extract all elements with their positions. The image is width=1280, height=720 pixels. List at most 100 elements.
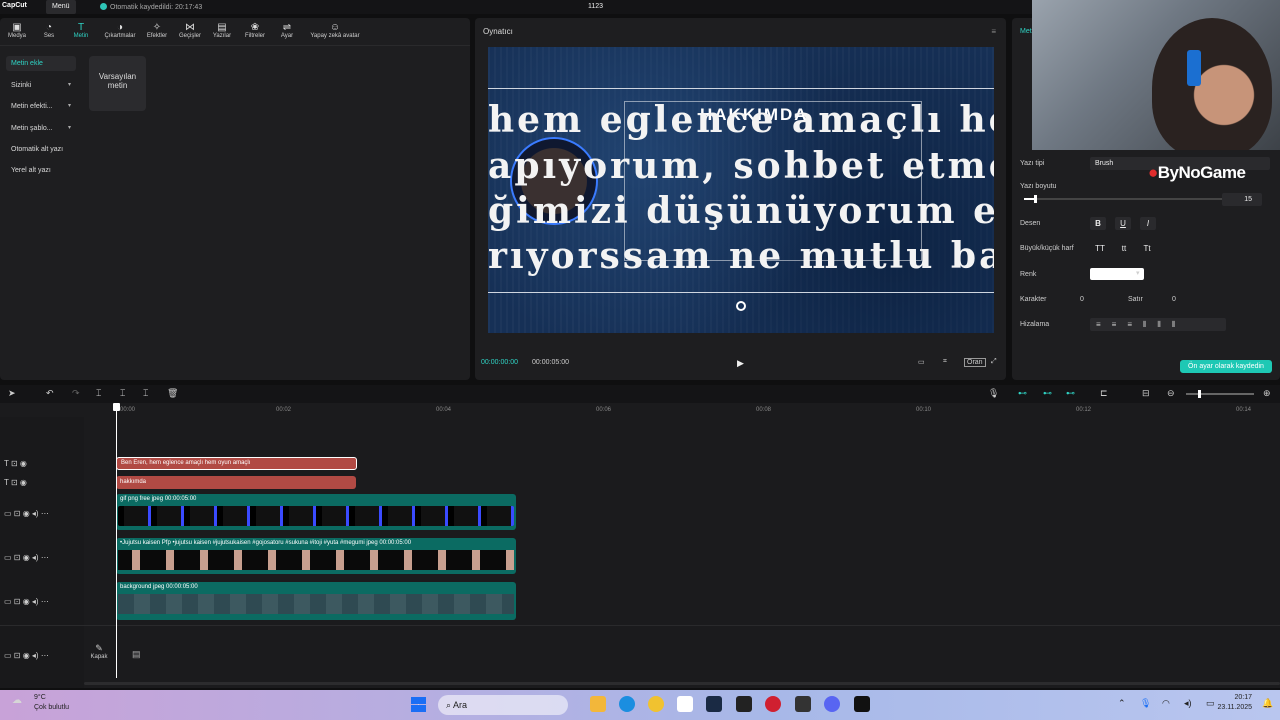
default-text-card[interactable]: Varsayılan metin — [89, 56, 146, 111]
zoom-in-icon[interactable]: ⊕ — [1263, 388, 1271, 399]
ratio-button[interactable]: Oran — [964, 358, 986, 367]
volume-icon[interactable]: ◂) — [1184, 698, 1192, 709]
sidebar-item-yours[interactable]: Sizinki ▾ — [6, 78, 76, 93]
video-clip[interactable]: gif png free jpeg 00:00:05:00 — [116, 494, 516, 530]
video-clip[interactable]: •Jujutsu kaisen Pfp •jujutsu kaisen #juj… — [116, 538, 516, 574]
tab-filters[interactable]: ❀ Filtreler — [240, 22, 270, 39]
settings-icon[interactable] — [795, 696, 811, 712]
caption-line-2: apıyorum, sohbet etmeyi g — [488, 145, 994, 187]
sidebar-item-auto-captions[interactable]: Otomatik alt yazı — [6, 142, 76, 157]
microphone-icon[interactable]: 🎙 — [988, 388, 999, 399]
track-controls-gif[interactable]: ▭ ⊡ ◉ ◂) ⋯ — [4, 509, 84, 523]
uppercase-button[interactable]: TT — [1092, 242, 1108, 255]
search-box[interactable]: ⌕ Ara — [438, 695, 568, 715]
guide-line — [488, 292, 994, 293]
clock-time[interactable]: 20:17 — [1226, 694, 1252, 701]
tab-stickers[interactable]: ◑ Çıkartmalar — [100, 22, 140, 39]
tab-captions[interactable]: ▤ Yazılar — [209, 22, 235, 39]
clip-label: gif png free jpeg 00:00:05:00 — [120, 496, 197, 502]
titlecase-button[interactable]: Tt — [1139, 242, 1155, 255]
file-explorer-icon[interactable] — [590, 696, 606, 712]
delete-icon[interactable]: 🗑 — [167, 388, 178, 399]
split-icon[interactable]: ⌶ — [96, 388, 101, 399]
play-button[interactable]: ▶ — [737, 358, 744, 369]
sidebar-item-text-templates[interactable]: Metin şablo... ▾ — [6, 121, 76, 136]
tab-ai-avatar[interactable]: ☺ Yapay zekâ avatar — [304, 22, 366, 39]
preview-axis-icon[interactable]: ⊷ — [1066, 388, 1075, 399]
tray-chevron-icon[interactable]: ⌃ — [1118, 698, 1126, 709]
track-controls-jjk[interactable]: ▭ ⊡ ◉ ◂) ⋯ — [4, 553, 84, 567]
discord-icon[interactable] — [824, 696, 840, 712]
tab-audio[interactable]: ◔ Ses — [38, 22, 60, 39]
lowercase-button[interactable]: tt — [1116, 242, 1132, 255]
track-controls-text1[interactable]: T ⊡ ◉ — [4, 459, 84, 473]
store-icon[interactable] — [677, 696, 693, 712]
fit-icon[interactable]: ⊟ — [1142, 388, 1150, 399]
trim-left-icon[interactable]: ⌶ — [120, 388, 125, 399]
char-spacing-value[interactable]: 0 — [1080, 296, 1084, 303]
weather-temp[interactable]: 9°C — [34, 694, 46, 701]
edge-icon[interactable] — [619, 696, 635, 712]
capcut-icon[interactable] — [854, 696, 870, 712]
text-clip[interactable]: Ben Eren, hem eglence amaçlı hem oyun am… — [116, 457, 357, 470]
snap-icon[interactable]: ⊷ — [1043, 388, 1052, 399]
video-canvas[interactable]: HAKKIMDA hem eglence amaçlı hem o apıyor… — [488, 47, 994, 333]
epic-games-icon[interactable] — [736, 696, 752, 712]
save-default-button[interactable]: Ön ayar olarak kaydedin — [1180, 360, 1272, 373]
tab-effects[interactable]: ✧ Efektler — [143, 22, 171, 39]
crop-icon[interactable]: ⌗ — [943, 358, 947, 366]
sidebar-label: Sizinki — [11, 82, 32, 89]
track-controls-bg[interactable]: ▭ ⊡ ◉ ◂) ⋯ — [4, 597, 84, 611]
zoom-slider[interactable] — [1186, 390, 1254, 398]
steam-icon[interactable] — [706, 696, 722, 712]
select-icon[interactable]: ➤ — [8, 388, 16, 399]
size-slider[interactable] — [1024, 195, 1224, 203]
sidebar-item-add-text[interactable]: Metin ekle — [6, 56, 76, 71]
track-controls-text2[interactable]: T ⊡ ◉ — [4, 478, 84, 492]
link-icon[interactable]: ⊷ — [1018, 388, 1027, 399]
notification-icon[interactable]: 🔔 — [1262, 698, 1273, 709]
chevron-down-icon[interactable]: ▾ — [1136, 269, 1140, 277]
italic-button[interactable]: I — [1140, 217, 1156, 230]
chrome-icon[interactable] — [648, 696, 664, 712]
underline-button[interactable]: U — [1115, 217, 1131, 230]
time-ruler[interactable]: 00:00 00:02 00:04 00:06 00:08 00:10 00:1… — [116, 403, 1280, 417]
rotate-handle-icon[interactable] — [736, 301, 746, 311]
clock-date[interactable]: 23.11.2025 — [1214, 704, 1252, 711]
undo-icon[interactable]: ↶ — [46, 388, 54, 399]
track-controls-main[interactable]: ▭ ⊡ ◉ ◂) ⋯ — [4, 651, 84, 665]
weather-desc[interactable]: Çok bulutlu — [34, 704, 69, 711]
sidebar-item-text-effects[interactable]: Metin efekti... ▾ — [6, 99, 76, 114]
caption-icon[interactable]: ⊏ — [1100, 388, 1108, 399]
alignment-buttons[interactable]: ≡≡≡⫴⫴⫴ — [1090, 318, 1226, 331]
text-clip[interactable]: hakkımda — [116, 476, 356, 489]
line-spacing-value[interactable]: 0 — [1172, 296, 1176, 303]
tab-media[interactable]: ▣ Medya — [6, 22, 28, 39]
tab-adjust[interactable]: ⇌ Ayar — [276, 22, 298, 39]
size-input[interactable]: 15 — [1222, 193, 1262, 206]
playhead[interactable] — [113, 403, 120, 678]
wifi-icon[interactable]: ◠ — [1162, 698, 1170, 709]
redo-icon[interactable]: ↷ — [72, 388, 80, 399]
tab-text[interactable]: T Metin — [70, 22, 92, 39]
media-placeholder-icon[interactable]: ▤ — [132, 649, 141, 660]
font-label: Yazı tipi — [1020, 160, 1045, 167]
fullscreen-preview-icon[interactable]: ▭ — [918, 358, 925, 366]
menu-button[interactable]: Menü — [46, 0, 76, 14]
video-clip[interactable]: background jpeg 00:00:05:00 — [116, 582, 516, 620]
sidebar-item-local-captions[interactable]: Yerel alt yazı — [6, 163, 76, 178]
bold-button[interactable]: B — [1090, 217, 1106, 230]
windows-start-icon[interactable] — [411, 697, 426, 712]
project-name: 1123 — [588, 3, 604, 10]
app-red-icon[interactable] — [765, 696, 781, 712]
zoom-out-icon[interactable]: ⊖ — [1167, 388, 1175, 399]
fullscreen-icon[interactable]: ⤢ — [991, 358, 997, 366]
media-icon: ▣ — [12, 22, 22, 33]
trim-right-icon[interactable]: ⌶ — [143, 388, 148, 399]
tab-transitions[interactable]: ⋈ Geçişler — [175, 22, 205, 39]
timeline-scrollbar[interactable] — [84, 682, 1280, 685]
mic-tray-icon[interactable]: 🎙 — [1140, 698, 1151, 709]
menu-icon[interactable]: ≡ — [991, 27, 996, 36]
watermark-mark: ● — [1148, 163, 1158, 182]
cover-button[interactable]: ✎ Kapak — [88, 643, 110, 669]
